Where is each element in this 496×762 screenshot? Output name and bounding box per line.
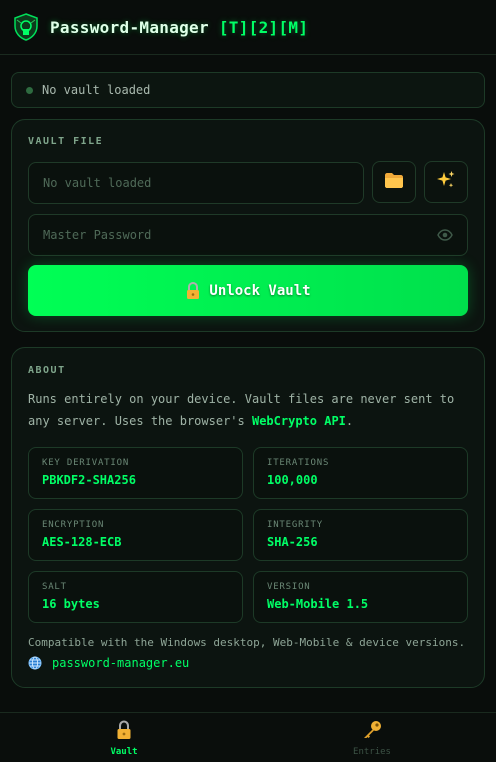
open-vault-button[interactable]: [372, 161, 416, 203]
create-vault-button[interactable]: [424, 161, 468, 203]
vault-card: VAULT FILE No vault loaded Master Passwo…: [11, 119, 485, 332]
vault-file-input[interactable]: No vault loaded: [28, 162, 364, 204]
about-description: Runs entirely on your device. Vault file…: [28, 388, 468, 432]
about-card: ABOUT Runs entirely on your device. Vaul…: [11, 347, 485, 688]
info-value: AES-128-ECB: [42, 535, 122, 549]
info-label: INTEGRITY: [267, 520, 323, 530]
about-section-label: ABOUT: [28, 365, 66, 376]
info-value: PBKDF2-SHA256: [42, 473, 136, 487]
key-icon: [361, 720, 383, 744]
status-dot: [26, 86, 33, 94]
folder-icon: [384, 171, 404, 193]
app-title-main: Password-Manager: [50, 17, 219, 37]
info-label: VERSION: [267, 582, 311, 592]
nav-tab-entries[interactable]: Entries: [248, 713, 496, 762]
bottom-navigation: Vault Entries: [0, 712, 496, 762]
unlock-vault-label: Unlock Vault: [209, 282, 311, 299]
app-title-accent: [T][2][M]: [218, 17, 309, 37]
info-label: SALT: [42, 582, 67, 592]
info-label: ENCRYPTION: [42, 520, 105, 530]
info-value: 16 bytes: [42, 597, 100, 611]
about-text-main: Runs entirely on your device. Vault file…: [28, 392, 455, 428]
status-text: No vault loaded: [42, 83, 151, 97]
info-iterations: ITERATIONS 100,000: [253, 447, 468, 499]
about-text-end: .: [345, 414, 354, 428]
info-value: 100,000: [267, 473, 318, 487]
info-value: SHA-256: [267, 535, 318, 549]
sparkles-icon: [436, 170, 456, 194]
info-label: KEY DERIVATION: [42, 458, 130, 468]
lock-icon: [185, 281, 201, 300]
lock-icon: [115, 719, 133, 744]
info-key-derivation: KEY DERIVATION PBKDF2-SHA256: [28, 447, 243, 499]
vault-section-label: VAULT FILE: [28, 136, 104, 147]
app-header: Password-Manager [T][2][M]: [0, 0, 496, 55]
website-link[interactable]: password-manager.eu: [28, 656, 189, 670]
vault-file-placeholder: No vault loaded: [43, 176, 152, 190]
vault-status-bar: No vault loaded: [11, 72, 485, 108]
nav-vault-label: Vault: [110, 746, 138, 757]
shield-logo-icon: [10, 11, 42, 43]
globe-icon: [28, 656, 42, 670]
website-link-text[interactable]: password-manager.eu: [52, 656, 189, 670]
info-value: Web-Mobile 1.5: [267, 597, 369, 611]
info-salt: SALT 16 bytes: [28, 571, 243, 623]
info-version: VERSION Web-Mobile 1.5: [253, 571, 468, 623]
info-label: ITERATIONS: [267, 458, 330, 468]
unlock-vault-button[interactable]: Unlock Vault: [28, 265, 468, 316]
eye-icon[interactable]: [437, 228, 453, 245]
nav-entries-label: Entries: [353, 746, 391, 757]
nav-tab-vault[interactable]: Vault: [0, 713, 248, 762]
master-password-placeholder: Master Password: [43, 228, 152, 242]
compatibility-note: Compatible with the Windows desktop, Web…: [28, 636, 466, 649]
webcrypto-highlight: WebCrypto API: [251, 414, 346, 428]
info-integrity: INTEGRITY SHA-256: [253, 509, 468, 561]
info-encryption: ENCRYPTION AES-128-ECB: [28, 509, 243, 561]
app-title: Password-Manager [T][2][M]: [50, 18, 308, 37]
master-password-input[interactable]: Master Password: [28, 214, 468, 256]
